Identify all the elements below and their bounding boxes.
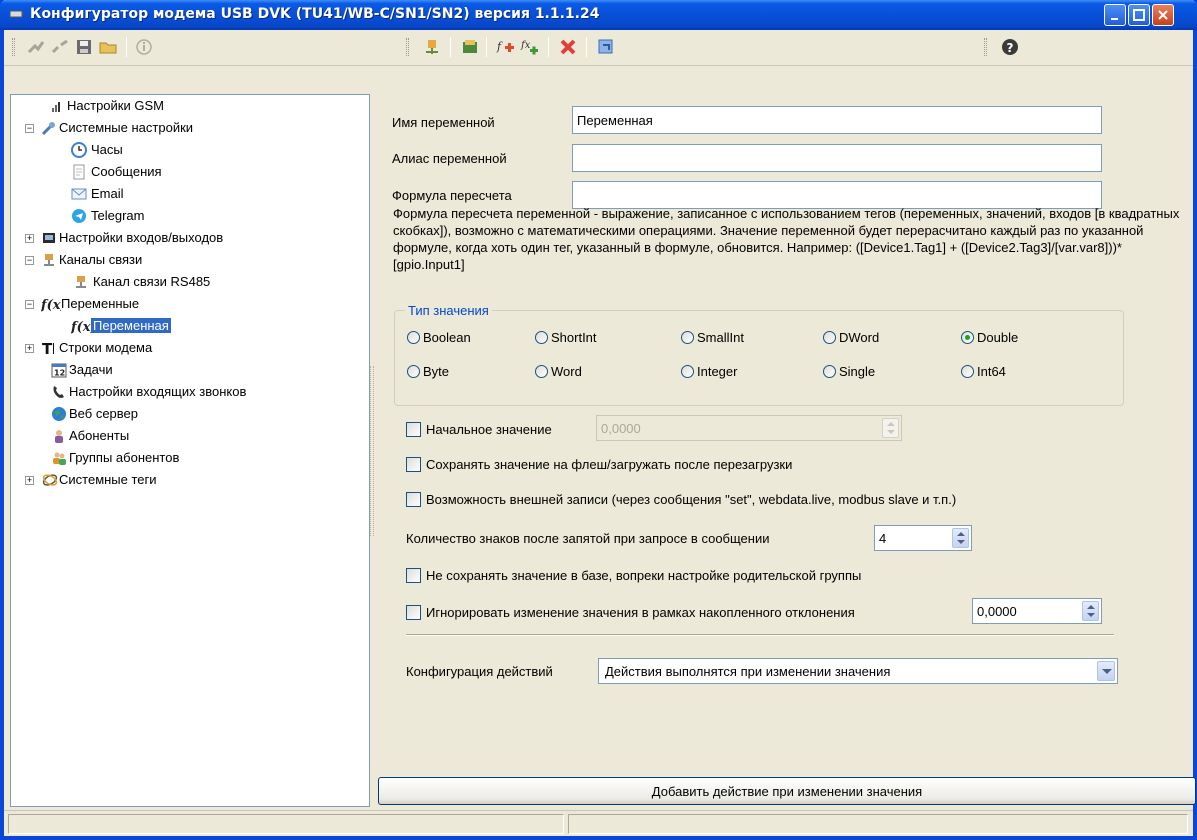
import-icon[interactable] — [460, 37, 480, 57]
value-type-group: Тип значения Boolean ShortInt SmallInt D… — [394, 303, 1124, 406]
toolbar-separator — [126, 37, 127, 57]
status-bar — [4, 810, 1193, 836]
toolbar-separator — [586, 37, 587, 57]
chevron-down-icon[interactable] — [1097, 661, 1115, 681]
document-icon — [73, 164, 85, 180]
maximize-icon — [1133, 9, 1145, 21]
alias-input[interactable] — [572, 144, 1102, 172]
add-subvariable-icon[interactable]: fx — [520, 37, 540, 57]
connect-icon[interactable] — [26, 37, 46, 57]
collapse-toggle[interactable]: − — [25, 124, 34, 133]
add-variable-icon[interactable]: f — [496, 37, 516, 57]
name-label: Имя переменной — [392, 115, 495, 130]
telegram-icon — [72, 209, 86, 223]
minimize-button[interactable] — [1104, 4, 1126, 26]
save-icon[interactable] — [74, 37, 94, 57]
decimals-spinner[interactable]: 4 — [874, 525, 972, 551]
wrench-icon — [41, 122, 55, 136]
panel-splitter[interactable] — [370, 366, 374, 536]
svg-text:T: T — [42, 340, 53, 356]
add-action-button[interactable]: Добавить действие при изменении значения — [378, 777, 1196, 805]
refresh-icon[interactable] — [596, 37, 616, 57]
svg-text:f(x): f(x) — [71, 320, 91, 334]
chip-icon — [43, 233, 55, 243]
status-pane-left — [8, 814, 564, 834]
minimize-icon — [1111, 18, 1118, 20]
window-title: Конфигуратор модема USB DVK (TU41/WB-C/S… — [30, 6, 600, 22]
clock-icon — [71, 142, 87, 158]
toolbar-separator — [450, 37, 451, 57]
function-icon: f(x) — [41, 298, 61, 312]
close-icon — [1158, 10, 1168, 20]
open-folder-icon[interactable] — [98, 37, 118, 57]
collapse-toggle[interactable]: − — [25, 300, 34, 309]
envelope-icon — [71, 188, 87, 200]
value-type-title: Тип значения — [405, 303, 492, 318]
expand-toggle[interactable]: + — [25, 476, 34, 485]
spinner-arrows[interactable] — [1082, 601, 1099, 621]
settings-tree[interactable]: Настройки GSM − Системные настройки Часы… — [10, 94, 370, 807]
plug-icon — [76, 276, 86, 288]
initial-value-spinner: 0,0000 — [596, 415, 902, 441]
variable-form: Имя переменной Переменная Алиас переменн… — [376, 94, 1196, 807]
tags-icon — [42, 474, 58, 486]
add-channel-icon[interactable] — [422, 37, 442, 57]
toolbar-separator — [548, 37, 549, 57]
plug-icon — [44, 254, 54, 266]
function-icon: f(x) — [71, 320, 91, 334]
text-cursor-icon: T — [42, 340, 54, 356]
ignore-deviation-spinner[interactable]: 0,0000 — [972, 598, 1102, 624]
globe-icon — [52, 407, 66, 421]
svg-text:f: f — [496, 40, 503, 53]
toolbar-grip[interactable] — [406, 38, 409, 56]
app-window: Конфигуратор модема USB DVK (TU41/WB-C/S… — [0, 0, 1197, 840]
formula-label: Формула пересчета — [392, 188, 512, 203]
actions-dropdown[interactable]: Действия выполнятся при изменении значен… — [598, 658, 1118, 684]
modem-icon — [10, 10, 24, 18]
toolbar-grip[interactable] — [12, 38, 15, 56]
expand-toggle[interactable]: + — [25, 344, 34, 353]
users-icon — [53, 452, 66, 465]
name-input[interactable]: Переменная — [572, 106, 1102, 134]
formula-description: Формула пересчета переменной - выражение… — [393, 206, 1180, 272]
svg-text:fx: fx — [520, 40, 531, 51]
help-icon[interactable]: ? — [1000, 37, 1020, 57]
actions-label: Конфигурация действий — [406, 664, 553, 679]
phone-icon — [53, 386, 64, 398]
divider — [406, 634, 1114, 636]
disconnect-icon[interactable] — [50, 37, 70, 57]
title-bar[interactable]: Конфигуратор модема USB DVK (TU41/WB-C/S… — [0, 0, 1197, 30]
maximize-button[interactable] — [1128, 4, 1150, 26]
spinner-arrows — [882, 418, 899, 438]
expand-toggle[interactable]: + — [25, 234, 34, 243]
calendar-icon: 12 — [51, 363, 67, 378]
svg-text:?: ? — [1007, 41, 1014, 55]
spinner-arrows[interactable] — [952, 528, 969, 548]
toolbar: f fx ? — [4, 30, 1193, 66]
status-pane-right — [568, 814, 1188, 834]
decimals-label: Количество знаков после запятой при запр… — [406, 531, 770, 546]
signal-bars-icon — [52, 102, 60, 112]
collapse-toggle[interactable]: − — [25, 256, 34, 265]
svg-text:12: 12 — [54, 369, 65, 378]
user-icon — [55, 430, 63, 443]
toolbar-separator — [486, 37, 487, 57]
close-button[interactable] — [1152, 4, 1174, 26]
toolbar-grip[interactable] — [984, 38, 987, 56]
svg-text:f(x): f(x) — [41, 298, 61, 312]
delete-icon[interactable] — [558, 37, 578, 57]
alias-label: Алиас переменной — [392, 151, 507, 166]
info-icon[interactable] — [134, 37, 154, 57]
